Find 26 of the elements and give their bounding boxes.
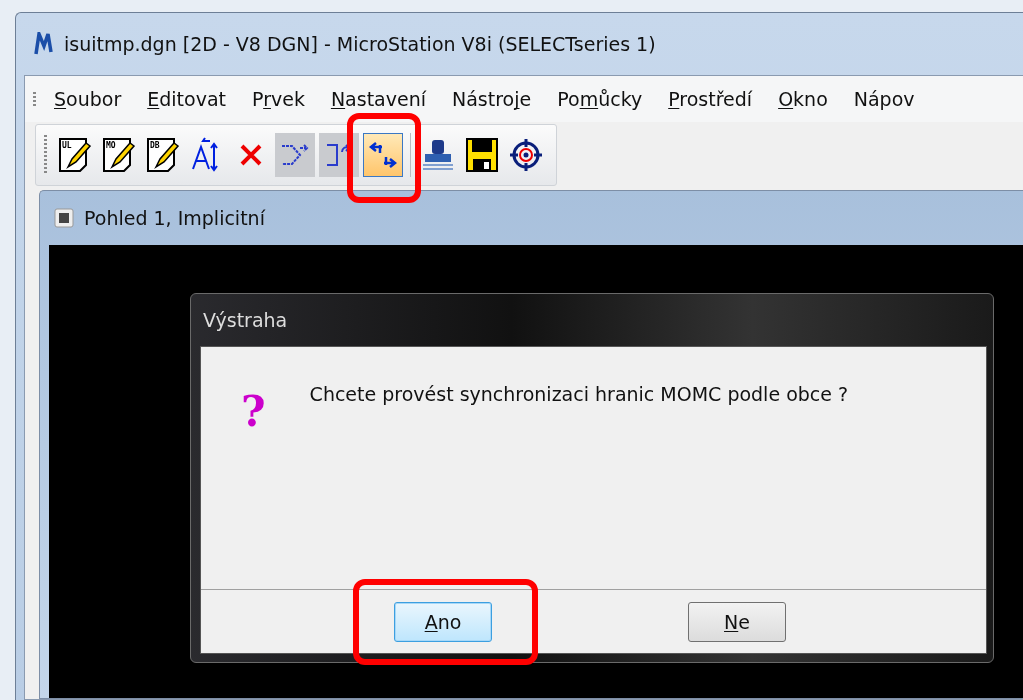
menu-item[interactable]: Prostředí (668, 88, 753, 110)
menu-item[interactable]: Nápov (853, 88, 915, 110)
dialog-message: Chcete provést synchronizaci hranic MOMC podle obce ? (309, 383, 849, 405)
question-icon: ? (241, 387, 266, 436)
shape-arrow-icon (280, 142, 310, 168)
target-icon (509, 138, 543, 172)
menu-item[interactable]: Nástroje (452, 88, 532, 110)
menu-item[interactable]: Pomůcky (557, 88, 643, 110)
menu-item[interactable]: Editovat (147, 88, 226, 110)
dialog-button[interactable]: Ne (688, 601, 786, 642)
menu-item[interactable]: Prvek (252, 88, 305, 110)
view-title: Pohled 1, Implicitní (84, 207, 265, 229)
dialog-button[interactable]: Ano (394, 601, 492, 642)
menu-item[interactable]: Soubor (54, 88, 122, 110)
window-icon (54, 208, 74, 228)
grip-icon[interactable] (44, 135, 47, 175)
toolbar-button[interactable] (363, 133, 403, 177)
app-logo-icon (34, 32, 56, 56)
close-icon (239, 143, 263, 167)
menu-item[interactable]: Nastavení (330, 88, 426, 110)
grip-icon[interactable] (33, 92, 36, 106)
stamp-icon (421, 137, 455, 173)
opposite-arrows-icon (368, 141, 398, 169)
menu-item[interactable]: Okno (778, 88, 828, 110)
dialog-title: Výstraha (202, 308, 289, 333)
window-title: isuitmp.dgn [2D - V8 DGN] - MicroStation V8i (SELECTseries 1) (64, 33, 656, 55)
